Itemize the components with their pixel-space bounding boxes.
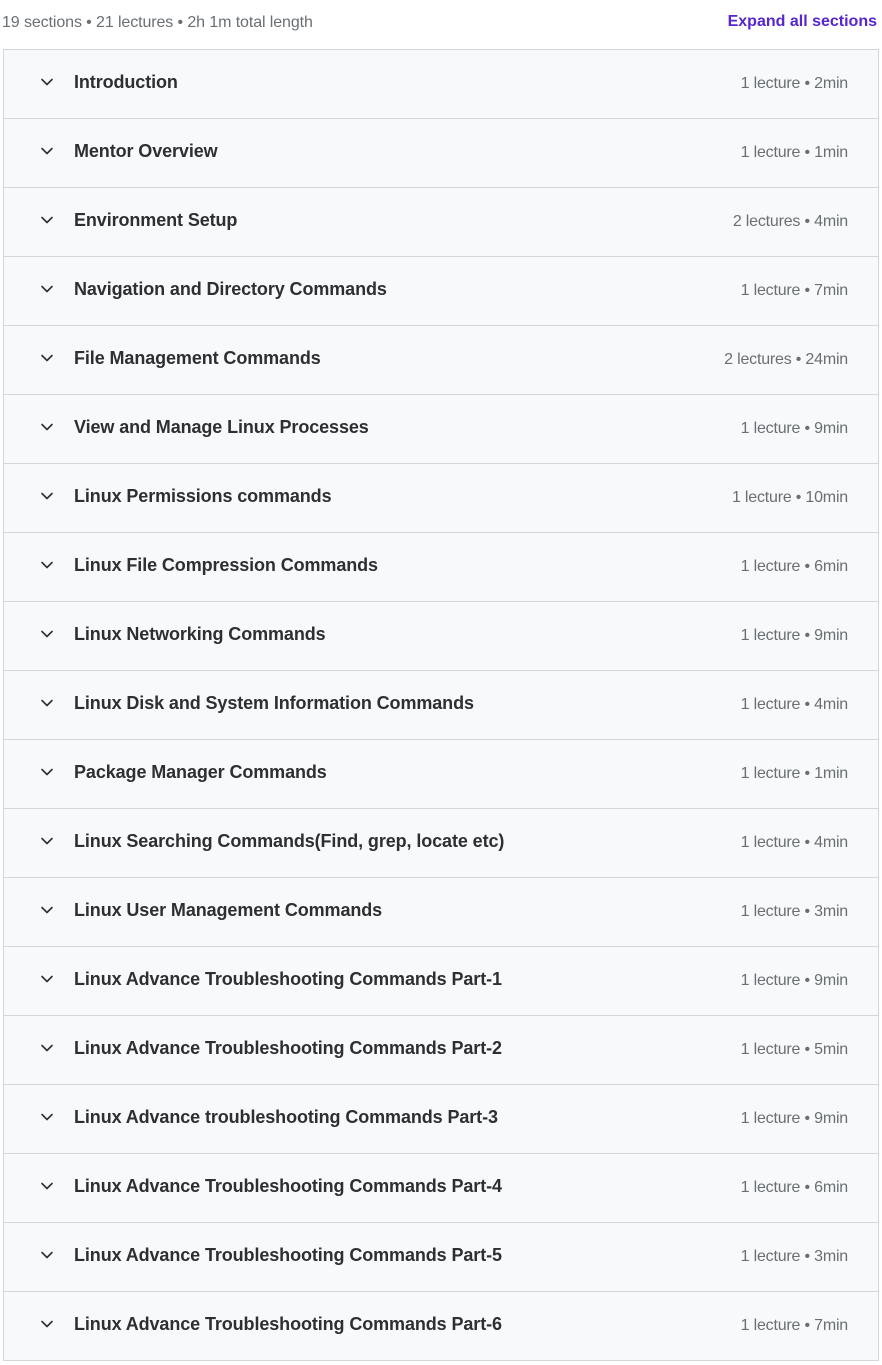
- chevron-down-icon: [40, 972, 54, 986]
- section-title: Linux Advance Troubleshooting Commands P…: [74, 1245, 502, 1265]
- section-meta: 1 lecture • 9min: [740, 1110, 849, 1127]
- section-row[interactable]: Environment Setup 2 lectures • 4min: [4, 188, 878, 257]
- section-title: Linux Advance Troubleshooting Commands P…: [74, 969, 502, 989]
- section-title: Mentor Overview: [74, 141, 218, 161]
- section-row[interactable]: Mentor Overview 1 lecture • 1min: [4, 119, 878, 188]
- section-row[interactable]: File Management Commands 2 lectures • 24m…: [4, 326, 878, 395]
- chevron-down-icon: [40, 1179, 54, 1193]
- section-title: Linux Advance Troubleshooting Commands P…: [74, 1314, 502, 1334]
- chevron-down-icon: [40, 489, 54, 503]
- section-title: Environment Setup: [74, 210, 238, 230]
- section-title: Linux Networking Commands: [74, 624, 326, 644]
- section-title: Linux Disk and System Information Comman…: [74, 693, 474, 713]
- section-row[interactable]: Linux Searching Commands(Find, grep, loc…: [4, 809, 878, 878]
- chevron-down-icon: [40, 765, 54, 779]
- section-row[interactable]: Linux Permissions commands 1 lecture • 10…: [4, 464, 878, 533]
- section-meta: 1 lecture • 9min: [740, 420, 849, 437]
- section-title: View and Manage Linux Processes: [74, 417, 369, 437]
- section-row[interactable]: Linux Advance Troubleshooting Commands P…: [4, 1154, 878, 1223]
- section-title: Linux Advance Troubleshooting Commands P…: [74, 1038, 502, 1058]
- section-row[interactable]: Linux Advance Troubleshooting Commands P…: [4, 947, 878, 1016]
- expand-all-sections-link[interactable]: Expand all sections: [728, 13, 877, 31]
- section-title: Package Manager Commands: [74, 762, 327, 782]
- section-title: Linux Advance Troubleshooting Commands P…: [74, 1176, 502, 1196]
- section-row[interactable]: View and Manage Linux Processes 1 lecture…: [4, 395, 878, 464]
- section-row[interactable]: Linux Advance Troubleshooting Commands P…: [4, 1223, 878, 1292]
- section-row[interactable]: Navigation and Directory Commands 1 lectu…: [4, 257, 878, 326]
- section-row[interactable]: Linux Advance Troubleshooting Commands P…: [4, 1292, 878, 1361]
- section-meta: 1 lecture • 3min: [740, 903, 849, 920]
- chevron-down-icon: [40, 1041, 54, 1055]
- chevron-down-icon: [40, 558, 54, 572]
- section-row[interactable]: Linux Disk and System Information Comman…: [4, 671, 878, 740]
- section-row[interactable]: Introduction 1 lecture • 2min: [4, 50, 878, 119]
- chevron-down-icon: [40, 1248, 54, 1262]
- chevron-down-icon: [40, 144, 54, 158]
- section-meta: 1 lecture • 5min: [740, 1041, 849, 1058]
- section-title: Navigation and Directory Commands: [74, 279, 387, 299]
- section-meta: 1 lecture • 7min: [740, 282, 849, 299]
- section-row[interactable]: Linux User Management Commands 1 lecture …: [4, 878, 878, 947]
- section-meta: 1 lecture • 6min: [740, 1179, 849, 1196]
- section-meta: 1 lecture • 4min: [740, 696, 849, 713]
- section-row[interactable]: Package Manager Commands 1 lecture • 1min: [4, 740, 878, 809]
- chevron-down-icon: [40, 627, 54, 641]
- chevron-down-icon: [40, 903, 54, 917]
- section-meta: 1 lecture • 1min: [740, 144, 849, 161]
- section-meta: 1 lecture • 2min: [740, 75, 849, 92]
- section-meta: 1 lecture • 3min: [740, 1248, 849, 1265]
- section-list: Introduction 1 lecture • 2min Mentor Overv…: [3, 49, 879, 1361]
- section-row[interactable]: Linux File Compression Commands 1 lecture…: [4, 533, 878, 602]
- chevron-down-icon: [40, 834, 54, 848]
- section-row[interactable]: Linux Networking Commands 1 lecture • 9mi…: [4, 602, 878, 671]
- chevron-down-icon: [40, 75, 54, 89]
- section-meta: 2 lectures • 24min: [724, 351, 848, 368]
- chevron-down-icon: [40, 282, 54, 296]
- section-meta: 1 lecture • 9min: [740, 972, 849, 989]
- chevron-down-icon: [40, 696, 54, 710]
- curriculum-summary: 19 sections • 21 lectures • 2h 1m total …: [2, 14, 313, 31]
- section-meta: 1 lecture • 7min: [740, 1317, 849, 1334]
- section-title: Linux Permissions commands: [74, 486, 332, 506]
- section-row[interactable]: Linux Advance troubleshooting Commands P…: [4, 1085, 878, 1154]
- section-meta: 1 lecture • 4min: [740, 834, 849, 851]
- section-meta: 1 lecture • 10min: [731, 489, 848, 506]
- curriculum-header: 19 sections • 21 lectures • 2h 1m total …: [0, 0, 882, 49]
- chevron-down-icon: [40, 351, 54, 365]
- section-title: File Management Commands: [74, 348, 321, 368]
- section-meta: 1 lecture • 6min: [740, 558, 849, 575]
- chevron-down-icon: [40, 420, 54, 434]
- section-title: Linux Searching Commands(Find, grep, loc…: [74, 831, 505, 851]
- section-title: Linux User Management Commands: [74, 900, 383, 920]
- section-title: Linux File Compression Commands: [74, 555, 378, 575]
- section-row[interactable]: Linux Advance Troubleshooting Commands P…: [4, 1016, 878, 1085]
- section-meta: 2 lectures • 4min: [732, 213, 848, 230]
- section-meta: 1 lecture • 9min: [740, 627, 849, 644]
- chevron-down-icon: [40, 1317, 54, 1331]
- section-title: Introduction: [74, 72, 178, 92]
- section-meta: 1 lecture • 1min: [740, 765, 849, 782]
- chevron-down-icon: [40, 213, 54, 227]
- section-title: Linux Advance troubleshooting Commands P…: [74, 1107, 498, 1127]
- chevron-down-icon: [40, 1110, 54, 1124]
